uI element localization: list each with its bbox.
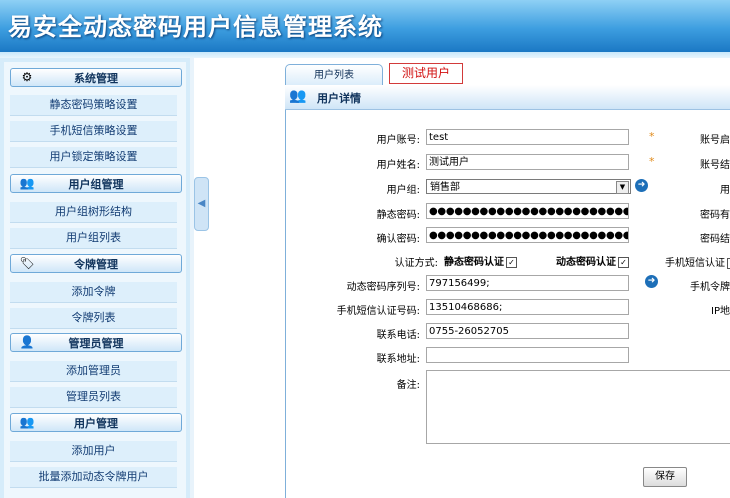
sidebar-section-system[interactable]: ⚙ 系统管理 — [10, 68, 182, 87]
required-mark: * — [649, 130, 655, 143]
account-label: 用户账号: — [376, 135, 420, 146]
sidebar-item-add-admin[interactable]: 添加管理员 — [10, 361, 177, 382]
account-end-label: 账号结 — [700, 160, 730, 171]
name-field[interactable]: 测试用户 — [426, 154, 629, 170]
address-label: 联系地址: — [376, 354, 420, 365]
address-field[interactable] — [426, 347, 629, 363]
sidebar-section-label: 用户管理 — [74, 417, 118, 430]
token-sn-field[interactable]: 797156499; — [426, 275, 629, 291]
remark-label: 备注: — [396, 380, 420, 391]
token-sn-label: 动态密码序列号: — [346, 282, 420, 293]
chevron-down-icon[interactable]: ▼ — [616, 181, 629, 194]
remark-textarea[interactable] — [426, 370, 730, 444]
token-go-icon[interactable]: ➜ — [645, 275, 658, 288]
app-title: 易安全动态密码用户信息管理系统 — [8, 13, 383, 41]
sidebar-item-batch-add-users[interactable]: 批量添加动态令牌用户 — [10, 467, 177, 488]
auth-static-option[interactable]: 静态密码认证 ✓ — [444, 253, 517, 268]
phone-label: 联系电话: — [376, 330, 420, 341]
pwd-end-label: 密码结 — [700, 234, 730, 245]
auth-dynamic-label: 动态密码认证 — [556, 257, 616, 268]
sms-auth-option[interactable]: 手机短信认证 — [665, 254, 730, 269]
group-select-value: 销售部 — [430, 182, 460, 193]
sidebar-item-group-list[interactable]: 用户组列表 — [10, 228, 177, 249]
group-label: 用户组: — [386, 185, 420, 196]
confirm-pwd-label: 确认密码: — [376, 234, 420, 245]
user-truncated-label: 用 — [720, 185, 730, 196]
sidebar-section-label: 系统管理 — [74, 72, 118, 85]
sidebar-collapse-toggle[interactable]: ◀ — [194, 177, 209, 231]
sidebar-section-token[interactable]: 🏷 令牌管理 — [10, 254, 182, 273]
static-pwd-field[interactable]: ●●●●●●●●●●●●●●●●●●●●●●●●●●●●●● — [426, 203, 629, 219]
sidebar-item-add-token[interactable]: 添加令牌 — [10, 282, 177, 303]
group-select[interactable]: 销售部 ▼ — [426, 179, 631, 194]
sidebar-section-label: 管理员管理 — [68, 337, 124, 350]
auth-dynamic-option[interactable]: 动态密码认证 ✓ — [556, 253, 629, 268]
sidebar-section-label: 令牌管理 — [74, 258, 118, 271]
app-banner: 易安全动态密码用户信息管理系统 — [0, 0, 730, 52]
ip-label: IP地 — [711, 306, 730, 317]
pwd-valid-label: 密码有 — [700, 210, 730, 221]
sidebar-item-static-pwd-policy[interactable]: 静态密码策略设置 — [10, 95, 177, 116]
phone-token-label: 手机令牌 — [690, 282, 730, 293]
tab-user-list[interactable]: 用户列表 — [285, 64, 383, 87]
tab-current-user[interactable]: 测试用户 — [389, 63, 463, 84]
sidebar-section-label: 用户组管理 — [68, 178, 124, 191]
name-label: 用户姓名: — [376, 160, 420, 171]
account-field[interactable]: test — [426, 129, 629, 145]
confirm-pwd-field[interactable]: ●●●●●●●●●●●●●●●●●●●●●●●●●●●●●● — [426, 227, 629, 243]
sidebar-section-admin[interactable]: 👤 管理员管理 — [10, 333, 182, 352]
phone-field[interactable]: 0755-26052705 — [426, 323, 629, 339]
static-pwd-label: 静态密码: — [376, 210, 420, 221]
sidebar-item-token-list[interactable]: 令牌列表 — [10, 308, 177, 329]
panel-header: 👥 用户详情 — [285, 85, 730, 110]
sidebar-item-group-tree[interactable]: 用户组树形结构 — [10, 202, 177, 223]
group-go-icon[interactable]: ➜ — [635, 179, 648, 192]
users-icon: 👥 — [289, 88, 307, 104]
sidebar-item-add-user[interactable]: 添加用户 — [10, 441, 177, 462]
auth-method-label: 认证方式: — [394, 258, 438, 269]
sms-auth-label: 手机短信认证 — [665, 258, 725, 269]
tab-bar: 用户列表 测试用户 — [285, 62, 730, 87]
sidebar-divider — [190, 58, 194, 498]
sms-number-field[interactable]: 13510468686; — [426, 299, 629, 315]
sidebar-section-users[interactable]: 👥 用户管理 — [10, 413, 182, 432]
sidebar-item-sms-policy[interactable]: 手机短信策略设置 — [10, 121, 177, 142]
sms-number-label: 手机短信认证号码: — [336, 306, 420, 317]
sidebar-item-admin-list[interactable]: 管理员列表 — [10, 387, 177, 408]
required-mark: * — [649, 155, 655, 168]
auth-static-label: 静态密码认证 — [444, 257, 504, 268]
sidebar-section-group[interactable]: 👥 用户组管理 — [10, 174, 182, 193]
account-enable-label: 账号启 — [700, 135, 730, 146]
auth-static-checkbox[interactable]: ✓ — [506, 256, 517, 268]
auth-dynamic-checkbox[interactable]: ✓ — [618, 256, 629, 268]
panel-title: 用户详情 — [317, 92, 361, 105]
sidebar-item-lock-policy[interactable]: 用户锁定策略设置 — [10, 147, 177, 168]
save-button[interactable]: 保存 — [643, 467, 687, 487]
